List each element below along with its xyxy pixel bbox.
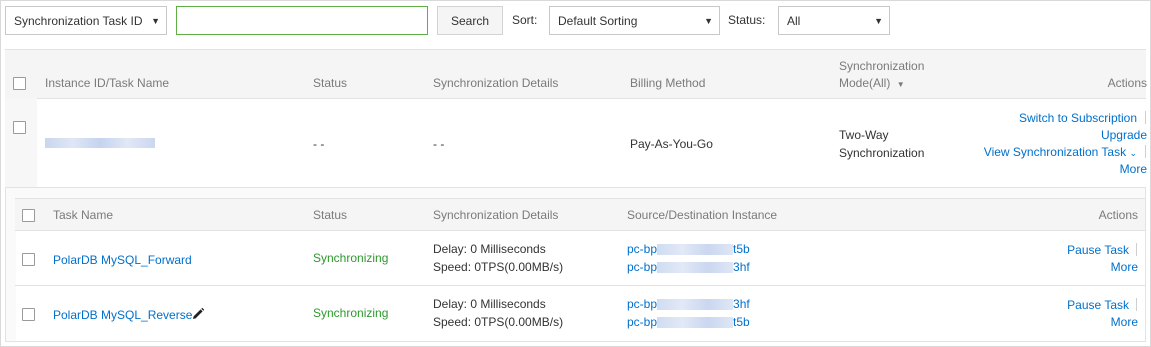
task-name-link[interactable]: PolarDB MySQL_Reverse <box>53 308 192 322</box>
search-button[interactable]: Search <box>437 6 503 35</box>
sort-value: Default Sorting <box>558 13 638 28</box>
action-separator <box>1136 298 1137 311</box>
pause-task-link[interactable]: Pause Task <box>1067 298 1129 312</box>
header-instance: Instance ID/Task Name <box>45 76 170 90</box>
source-instance-link[interactable]: pc-bp 3hf <box>627 297 750 311</box>
header-details: Synchronization Details <box>433 76 559 90</box>
sub-header-instance: Source/Destination Instance <box>627 208 778 222</box>
redacted-id <box>657 317 734 329</box>
action-separator <box>1145 111 1146 124</box>
search-input[interactable] <box>176 6 428 35</box>
row-expand-strip <box>5 98 37 187</box>
pause-task-link[interactable]: Pause Task <box>1067 243 1129 257</box>
task-row-checkbox[interactable] <box>22 308 35 321</box>
source-suffix: 3hf <box>733 297 750 311</box>
view-sync-task-link[interactable]: View Synchronization Task ⌄ <box>984 145 1137 159</box>
row-divider <box>15 285 1145 286</box>
row-details: - - <box>433 137 445 151</box>
status-value: All <box>787 13 801 28</box>
action-separator <box>1145 145 1146 158</box>
view-sync-task-label: View Synchronization Task <box>983 145 1127 159</box>
more-link[interactable]: More <box>1120 162 1147 176</box>
select-all-checkbox[interactable] <box>13 77 26 90</box>
header-actions: Actions <box>1107 76 1147 90</box>
source-suffix: t5b <box>733 242 750 256</box>
status-select[interactable]: All ▼ <box>778 6 890 35</box>
header-status: Status <box>313 76 348 90</box>
chevron-down-icon: ▼ <box>874 16 883 26</box>
source-instance-link[interactable]: pc-bp t5b <box>627 242 750 256</box>
task-speed: Speed: 0TPS(0.00MB/s) <box>433 260 564 274</box>
destination-prefix: pc-bp <box>627 260 658 274</box>
main-table-header <box>5 49 1146 99</box>
sort-label: Sort: <box>512 13 538 27</box>
sub-select-all-checkbox[interactable] <box>22 209 35 222</box>
chevron-down-icon: ▼ <box>704 16 713 26</box>
task-delay: Delay: 0 Milliseconds <box>433 242 546 256</box>
row-mode-line2: Synchronization <box>839 146 925 160</box>
redacted-id <box>657 262 734 274</box>
source-prefix: pc-bp <box>627 242 658 256</box>
destination-prefix: pc-bp <box>627 315 658 329</box>
task-more-link[interactable]: More <box>1111 260 1138 274</box>
task-row-checkbox[interactable] <box>22 253 35 266</box>
sub-header-task: Task Name <box>53 208 114 222</box>
chevron-down-icon: ▼ <box>151 16 160 26</box>
header-mode-line1: Synchronization <box>839 59 925 73</box>
search-type-value: Synchronization Task ID <box>14 13 143 28</box>
status-label: Status: <box>728 13 766 27</box>
sub-header-actions: Actions <box>1098 208 1138 222</box>
sub-header-details: Synchronization Details <box>433 208 559 222</box>
task-more-link[interactable]: More <box>1111 315 1138 329</box>
action-separator <box>1136 243 1137 256</box>
sub-header-status: Status <box>313 208 348 222</box>
row-mode-line1: Two-Way <box>839 128 889 142</box>
row-status: - - <box>313 137 325 151</box>
header-mode-line2: Mode(All) <box>839 76 891 90</box>
caret-down-icon: ▼ <box>896 80 905 89</box>
task-delay: Delay: 0 Milliseconds <box>433 297 546 311</box>
sub-table-header <box>15 198 1145 231</box>
upgrade-link[interactable]: Upgrade <box>1101 128 1147 142</box>
destination-instance-link[interactable]: pc-bp t5b <box>627 315 750 329</box>
destination-suffix: 3hf <box>733 260 750 274</box>
search-type-select[interactable]: Synchronization Task ID ▼ <box>5 6 167 35</box>
row-checkbox[interactable] <box>13 121 26 134</box>
mode-filter[interactable]: Mode(All) ▼ <box>839 76 905 90</box>
instance-id-redacted[interactable] <box>45 138 155 148</box>
redacted-id <box>657 244 734 256</box>
switch-to-subscription-link[interactable]: Switch to Subscription <box>1019 111 1137 125</box>
destination-suffix: t5b <box>733 315 750 329</box>
task-status: Synchronizing <box>313 251 389 265</box>
chevron-down-icon: ⌄ <box>1129 148 1137 158</box>
task-status: Synchronizing <box>313 306 389 320</box>
sort-select[interactable]: Default Sorting ▼ <box>549 6 720 35</box>
task-speed: Speed: 0TPS(0.00MB/s) <box>433 315 564 329</box>
destination-instance-link[interactable]: pc-bp 3hf <box>627 260 750 274</box>
redacted-id <box>657 299 734 311</box>
header-billing: Billing Method <box>630 76 706 90</box>
edit-icon[interactable] <box>190 306 206 322</box>
task-name-link[interactable]: PolarDB MySQL_Forward <box>53 253 192 267</box>
row-billing: Pay-As-You-Go <box>630 137 713 151</box>
source-prefix: pc-bp <box>627 297 658 311</box>
